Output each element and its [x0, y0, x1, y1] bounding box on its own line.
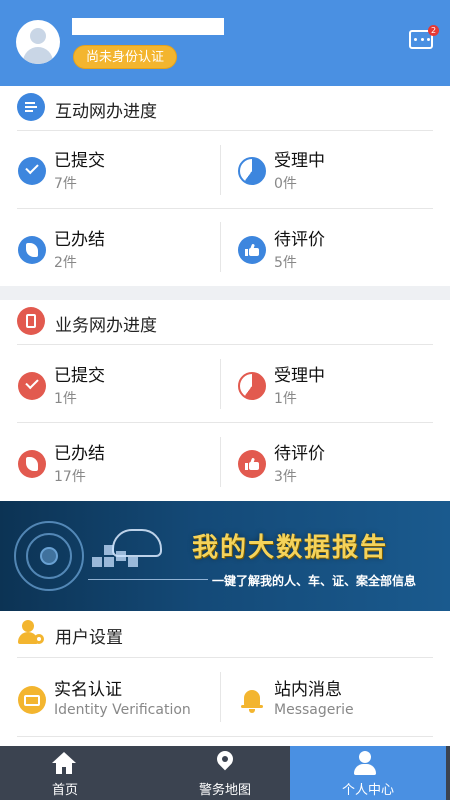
avatar-head-icon: [30, 28, 46, 44]
item-count: 17件: [54, 469, 86, 485]
person-icon: [353, 751, 377, 775]
item-label: 待评价: [274, 444, 325, 464]
divider: [17, 736, 433, 737]
item-label: 受理中: [274, 366, 325, 386]
divider: [220, 437, 221, 487]
item-count: 5件: [274, 255, 297, 271]
item-label: 站内消息: [274, 680, 342, 700]
item-label: 待评价: [274, 230, 325, 250]
banner-title: 我的大数据报告: [192, 533, 389, 563]
divider: [220, 359, 221, 409]
item-label: 受理中: [274, 151, 325, 171]
home-icon: [52, 752, 76, 774]
interactive-progress-header: 互动网办进度: [0, 86, 450, 130]
identity-verify-badge[interactable]: 尚未身份认证: [73, 45, 178, 69]
divider: [17, 344, 433, 345]
document-icon: [17, 307, 45, 335]
section-title: 业务网办进度: [55, 316, 157, 336]
interactive-submitted[interactable]: 已提交 7件: [18, 145, 218, 205]
item-sublabel: Messagerie: [274, 702, 354, 718]
interactive-processing[interactable]: 受理中 0件: [238, 145, 438, 205]
check-icon: [18, 157, 46, 185]
item-label: 已提交: [54, 151, 105, 171]
item-count: 0件: [274, 176, 297, 192]
identity-verification[interactable]: 实名认证 Identity Verification: [18, 674, 218, 734]
section-title: 用户设置: [55, 628, 123, 648]
divider: [220, 145, 221, 195]
tab-police-map[interactable]: 警务地图: [150, 746, 300, 800]
divider: [17, 130, 433, 131]
avatar[interactable]: [16, 20, 60, 64]
business-to-rate[interactable]: 待评价 3件: [238, 438, 438, 498]
pie-progress-icon: [238, 372, 266, 400]
divider: [220, 672, 221, 722]
thumbs-up-icon: [238, 236, 266, 264]
data-cubes-graphic: [92, 543, 142, 569]
divider: [17, 208, 433, 209]
completed-leaf-icon: [18, 450, 46, 478]
divider: [220, 222, 221, 272]
item-sublabel: Identity Verification: [54, 702, 191, 718]
tab-label: 个人中心: [341, 783, 394, 798]
business-processing[interactable]: 受理中 1件: [238, 360, 438, 420]
tab-personal-center[interactable]: 个人中心: [290, 746, 446, 800]
interactive-completed[interactable]: 已办结 2件: [18, 224, 218, 284]
decorative-line: [88, 579, 208, 580]
bottom-tab-bar: 首页 警务地图 个人中心: [0, 746, 450, 800]
item-label: 已办结: [54, 444, 105, 464]
tab-label: 首页: [51, 783, 78, 798]
map-pin-icon: [213, 747, 237, 775]
username-redacted: [72, 18, 224, 35]
item-label: 实名认证: [54, 680, 122, 700]
thumbs-up-icon: [238, 450, 266, 478]
business-submitted[interactable]: 已提交 1件: [18, 360, 218, 420]
site-messages[interactable]: 站内消息 Messagerie: [238, 674, 438, 734]
item-label: 已提交: [54, 366, 105, 386]
business-completed[interactable]: 已办结 17件: [18, 438, 218, 498]
tech-ring-graphic: [40, 547, 58, 565]
message-count-badge: 2: [428, 25, 439, 36]
item-count: 7件: [54, 176, 77, 192]
progress-list-icon: [17, 93, 45, 121]
user-settings-header: 用户设置: [0, 612, 450, 656]
user-settings-icon: [17, 619, 45, 647]
item-label: 已办结: [54, 230, 105, 250]
item-count: 3件: [274, 469, 297, 485]
banner-subtitle: 一键了解我的人、车、证、案全部信息: [212, 574, 417, 588]
id-card-icon: [18, 686, 46, 714]
section-title: 互动网办进度: [55, 102, 157, 122]
section-gap: [0, 286, 450, 300]
item-count: 2件: [54, 255, 77, 271]
tab-home[interactable]: 首页: [0, 746, 150, 800]
avatar-body-icon: [23, 47, 53, 64]
big-data-report-banner[interactable]: 我的大数据报告 一键了解我的人、车、证、案全部信息: [0, 501, 450, 611]
business-progress-header: 业务网办进度: [0, 300, 450, 344]
completed-leaf-icon: [18, 236, 46, 264]
interactive-to-rate[interactable]: 待评价 5件: [238, 224, 438, 284]
item-count: 1件: [274, 391, 297, 407]
bell-icon: [238, 686, 266, 714]
pie-progress-icon: [238, 157, 266, 185]
divider: [17, 422, 433, 423]
profile-header: 尚未身份认证 2: [0, 0, 450, 86]
check-icon: [18, 372, 46, 400]
divider: [17, 657, 433, 658]
item-count: 1件: [54, 391, 77, 407]
tab-label: 警务地图: [198, 783, 251, 798]
